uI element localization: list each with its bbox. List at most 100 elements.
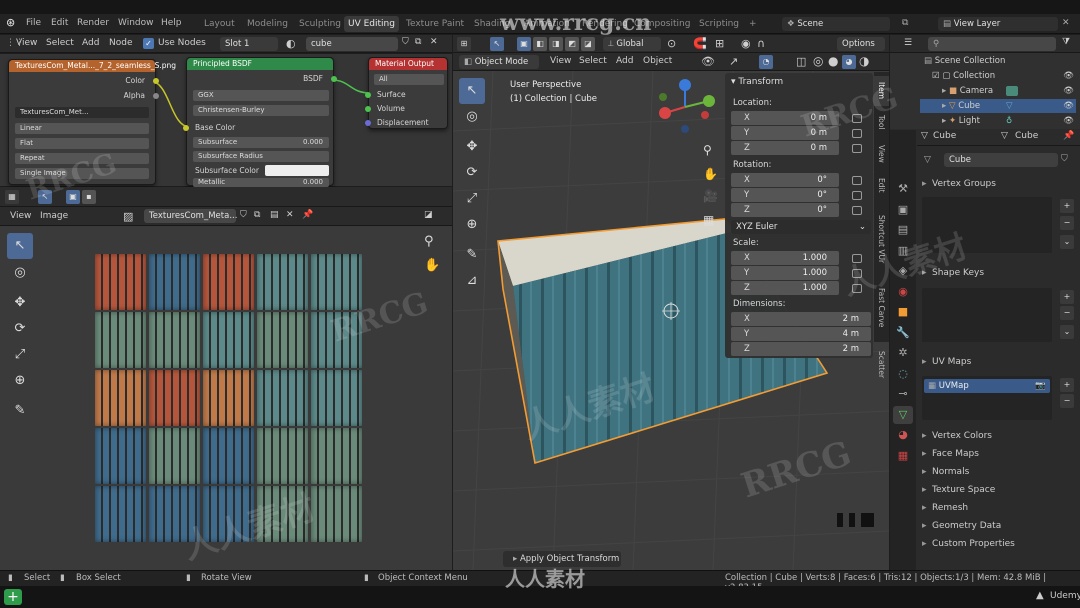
pivot-icon[interactable]: ⊙ [667, 37, 676, 50]
scale-x-field[interactable]: X 1.000 [731, 251, 839, 265]
tab-layout[interactable]: Layout [200, 16, 239, 32]
subsurface-field[interactable]: Subsurface 0.000 [193, 137, 329, 148]
navigation-gizmo[interactable] [651, 77, 719, 137]
cursor-tool-icon[interactable]: ◎ [7, 260, 33, 286]
color-output-socket[interactable] [153, 78, 159, 84]
rotation-mode-dropdown[interactable]: XYZ Euler ⌄ [731, 220, 871, 234]
projection-dropdown[interactable]: Flat [15, 138, 149, 149]
uv-map-item[interactable]: ▦ UVMap 📷 [924, 379, 1050, 393]
remove-icon[interactable]: − [1060, 306, 1074, 320]
outliner-item-cube[interactable]: ▸ ▽ Cube ▽ 👁 [920, 99, 1076, 113]
location-y-field[interactable]: Y 0 m [731, 126, 839, 140]
world-icon[interactable]: ◉ [893, 283, 913, 301]
mode-new-icon[interactable]: ▣ [517, 37, 531, 51]
scale-z-field[interactable]: Z 1.000 [731, 281, 839, 295]
node-menu-select[interactable]: Select [46, 38, 74, 48]
editor-type-icon[interactable]: ▦ [5, 190, 19, 204]
metallic-field[interactable]: Metallic 0.000 [193, 178, 329, 187]
tab-compositing[interactable]: Compositing [630, 16, 694, 32]
menu-file[interactable]: File [26, 18, 41, 28]
rotation-z-field[interactable]: Z 0° [731, 203, 839, 217]
scale-y-field[interactable]: Y 1.000 [731, 266, 839, 280]
editor-type-icon[interactable]: ⊞ [457, 37, 471, 51]
visibility-icon[interactable]: 👁 [1063, 114, 1074, 128]
annotate-tool-icon[interactable]: ✎ [459, 242, 485, 268]
wireframe-shading-icon[interactable]: ◎ [813, 54, 823, 68]
sidebar-tab-tool[interactable]: Tool [874, 108, 889, 138]
visibility-icon[interactable]: 👁 [1063, 69, 1074, 83]
sidebar-tab-edit[interactable]: Edit [874, 171, 889, 201]
sidebar-tab-item[interactable]: Item [874, 76, 889, 106]
pin-icon[interactable]: 📌 [1063, 131, 1074, 141]
gizmo-icon[interactable]: ↗ [729, 55, 738, 68]
proportional-edit-icon[interactable]: ◉ [741, 37, 751, 50]
rotation-y-field[interactable]: Y 0° [731, 188, 839, 202]
viewport-menu-add[interactable]: Add [616, 56, 633, 66]
select-box-icon[interactable]: ↖ [490, 37, 504, 51]
alpha-output-socket[interactable] [153, 93, 159, 99]
lock-icon[interactable] [852, 176, 862, 185]
sidebar-tab-fast-carve[interactable]: Fast Carve [874, 277, 889, 339]
output-target-dropdown[interactable]: All [374, 74, 444, 85]
render-icon[interactable]: ▣ [893, 201, 913, 219]
camera-icon[interactable]: 🎥 [703, 189, 718, 203]
modifier-icon[interactable]: 🔧 [893, 324, 913, 342]
pan-hand-icon[interactable]: ✋ [703, 167, 718, 181]
transform-tool-icon[interactable]: ⊕ [7, 368, 33, 394]
rotation-x-field[interactable]: X 0° [731, 173, 839, 187]
viewport-menu-object[interactable]: Object [643, 56, 672, 66]
object-mode-dropdown[interactable]: ◧ Object Mode [459, 55, 539, 69]
snap-icon[interactable]: 🧲 [693, 37, 707, 50]
viewport-menu-select[interactable]: Select [579, 56, 607, 66]
location-z-field[interactable]: Z 0 m [731, 141, 839, 155]
lock-icon[interactable] [852, 284, 862, 293]
section-texture-space[interactable]: Texture Space [920, 481, 1078, 499]
rotate-tool-icon[interactable]: ⟳ [7, 316, 33, 342]
pin-icon[interactable]: 📌 [302, 210, 313, 220]
measure-tool-icon[interactable]: ⊿ [459, 268, 485, 294]
camera-icon[interactable]: 📷 [1035, 379, 1046, 393]
base-color-socket[interactable] [183, 125, 189, 131]
select-tool-icon[interactable]: ↖ [38, 190, 52, 204]
lock-icon[interactable] [852, 269, 862, 278]
tool-icon[interactable]: ⚒ [893, 180, 913, 198]
fake-user-icon[interactable]: ⛉ [240, 210, 247, 220]
menu-edit[interactable]: Edit [51, 18, 68, 28]
output-icon[interactable]: ▤ [893, 221, 913, 239]
select-tool[interactable]: ↖ [459, 78, 485, 104]
tab-uv-editing[interactable]: UV Editing [344, 16, 399, 32]
material-shading-icon[interactable]: ◕ [842, 55, 856, 69]
section-shape-keys[interactable]: Shape Keys [920, 264, 1078, 282]
fake-user-icon[interactable]: ⛉ [1061, 154, 1068, 164]
fake-user-icon[interactable]: ⛉ [402, 37, 409, 47]
material-icon[interactable]: ◕ [893, 426, 913, 444]
lock-icon[interactable] [852, 114, 862, 123]
principled-bsdf-node[interactable]: Principled BSDF BSDF GGX Christensen-Bur… [183, 57, 337, 187]
texture-icon[interactable]: ▦ [893, 447, 913, 465]
duplicate-icon[interactable]: ⧉ [415, 37, 421, 47]
source-dropdown[interactable]: Single Image [15, 168, 149, 179]
mesh-browse-icon[interactable]: ▽ [924, 155, 931, 165]
physics-icon[interactable]: ◌ [893, 365, 913, 383]
uv-editor-canvas[interactable]: ↖ ◎ ✥ ⟳ ⤢ ⊕ ✎ ⚲ ✋ [0, 226, 452, 570]
visibility-icon[interactable]: 👁 [1063, 99, 1074, 113]
filter-icon[interactable]: ⧩ [1062, 37, 1070, 47]
scale-tool-icon[interactable]: ⤢ [7, 342, 33, 368]
orientation-dropdown[interactable]: ⟂ Global [603, 37, 661, 51]
scene-collection-row[interactable]: ▤ Scene Collection [920, 54, 1076, 68]
viewport-menu-view[interactable]: View [550, 56, 571, 66]
rendered-shading-icon[interactable]: ◑ [859, 54, 869, 68]
cursor-tool-icon[interactable]: ◎ [459, 104, 485, 130]
view-layer-selector[interactable]: ▤ View Layer [938, 17, 1058, 31]
subsurface-color-swatch[interactable] [265, 165, 329, 176]
mode-invert-icon[interactable]: ◩ [565, 37, 579, 51]
mode-extend-icon[interactable]: ◧ [533, 37, 547, 51]
section-face-maps[interactable]: Face Maps [920, 445, 1078, 463]
object-icon[interactable]: ■ [893, 303, 913, 321]
scene-selector[interactable]: ❖ Scene [782, 17, 890, 31]
sync-select-icon[interactable]: ▣ [66, 190, 80, 204]
menu-render[interactable]: Render [77, 18, 109, 28]
material-sphere-icon[interactable]: ◐ [286, 37, 296, 50]
view-layer-icon[interactable]: ▥ [893, 242, 913, 260]
mode-subtract-icon[interactable]: ◨ [549, 37, 563, 51]
